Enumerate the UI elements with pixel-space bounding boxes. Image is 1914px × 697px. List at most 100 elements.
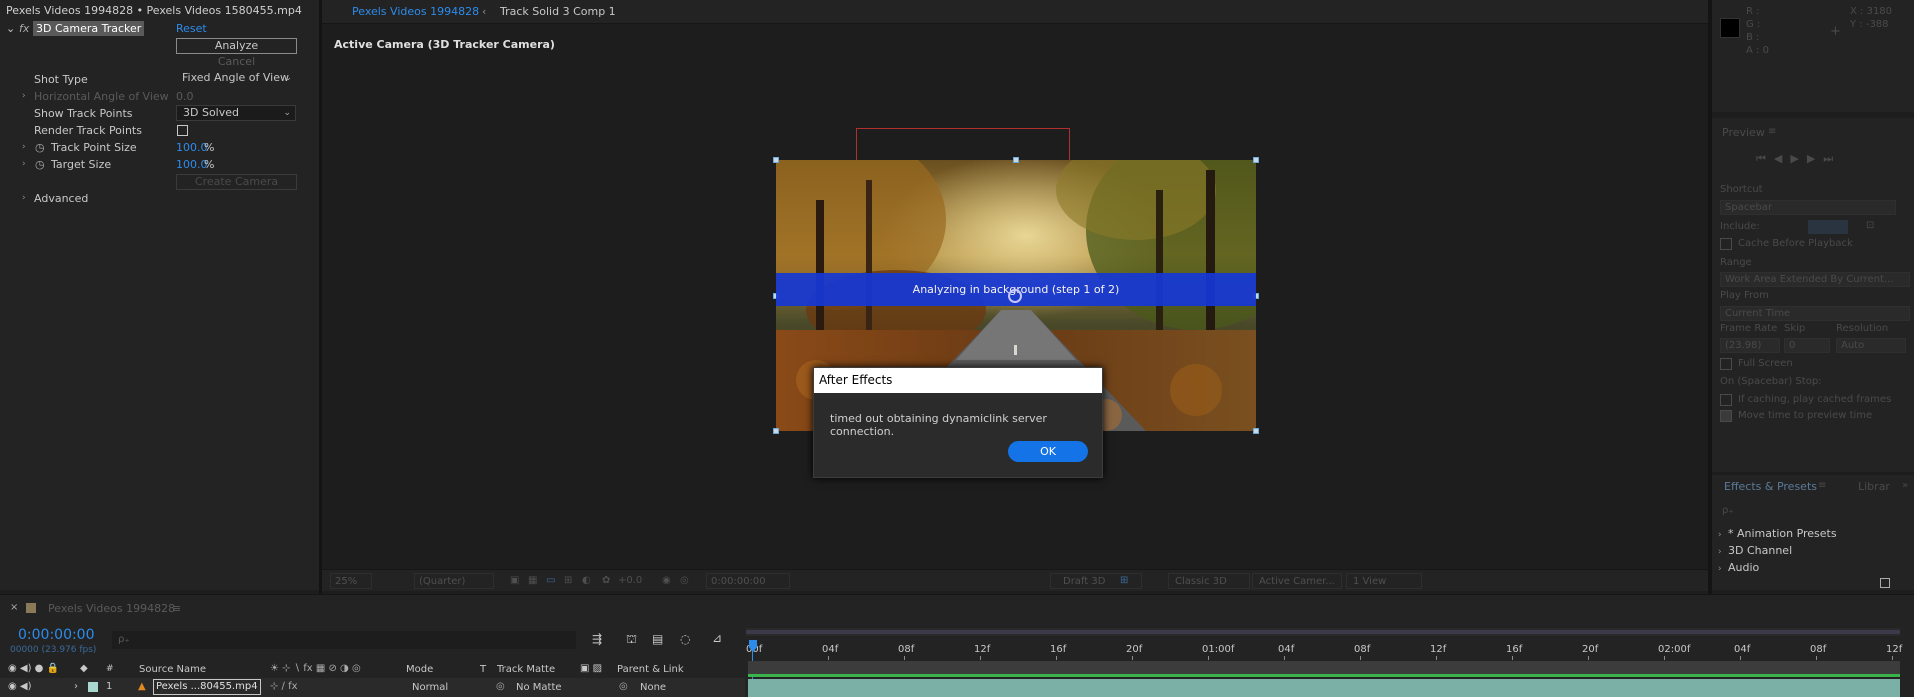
current-time-display[interactable]: 0:00:00:00 xyxy=(706,573,790,589)
panel-menu-icon[interactable]: ≡ xyxy=(1818,480,1826,491)
show-track-points-select[interactable]: 3D Solved ⌄ xyxy=(176,105,296,121)
panel-menu-icon[interactable]: ≡ xyxy=(1768,126,1776,137)
transform-handle[interactable] xyxy=(773,428,779,434)
tab-chevron-icon[interactable]: ‹ xyxy=(482,5,486,18)
on-stop-label: On (Spacebar) Stop: xyxy=(1720,376,1822,387)
composition-flowchart-icon[interactable]: ⇶ xyxy=(592,632,602,646)
renderer-select[interactable]: Classic 3D xyxy=(1168,573,1250,589)
tab-libraries[interactable]: Librar xyxy=(1858,480,1890,493)
graph-editor-icon[interactable]: ⊿ xyxy=(712,631,722,645)
motion-blur-icon[interactable]: ◌ xyxy=(680,632,690,646)
tab-effects-presets[interactable]: Effects & Presets xyxy=(1724,480,1817,493)
fx-icon[interactable]: fx xyxy=(19,20,29,37)
stopwatch-icon[interactable]: ◷ xyxy=(35,156,45,173)
list-item[interactable]: › * Animation Presets xyxy=(1718,527,1837,540)
layer-name[interactable]: Pexels ...80455.mp4 xyxy=(153,679,261,695)
panel-menu-icon[interactable]: ≡ xyxy=(172,602,181,615)
snapshot-icon[interactable]: ◉ xyxy=(662,573,671,589)
transform-handle[interactable] xyxy=(1253,428,1259,434)
ruler-tick xyxy=(1284,656,1285,660)
layer-parent-select[interactable]: None xyxy=(634,680,724,696)
list-item[interactable]: › 3D Channel xyxy=(1718,544,1792,557)
exposure-value[interactable]: +0.0 xyxy=(618,573,642,589)
cancel-button[interactable]: Cancel xyxy=(176,55,297,68)
shortcut-select[interactable]: Spacebar xyxy=(1720,200,1896,215)
timeline-timecode[interactable]: 0:00:00:00 xyxy=(18,627,95,643)
mask-visibility-icon[interactable]: ▭ xyxy=(546,573,555,589)
layer-switch-icons[interactable]: ⊹ ∕ fx xyxy=(270,681,298,692)
transform-handle[interactable] xyxy=(1013,157,1019,163)
pickwhip-icon[interactable]: ◎ xyxy=(496,681,505,692)
analyze-button[interactable]: Analyze xyxy=(176,38,297,54)
tab-comp-track-solid[interactable]: Track Solid 3 Comp 1 xyxy=(500,5,616,18)
range-select[interactable]: Work Area Extended By Current... xyxy=(1720,272,1910,287)
skip-select[interactable]: 0 xyxy=(1784,338,1830,353)
channel-icon[interactable]: ◐ xyxy=(582,573,591,589)
guides-icon[interactable]: ⊞ xyxy=(564,573,572,589)
playback-controls-icon[interactable]: ⏮◀▶▶⏭ xyxy=(1756,152,1841,166)
expand-chevron-icon[interactable]: › xyxy=(22,156,32,173)
target-size-value[interactable]: 100.0 xyxy=(176,156,208,173)
include-toggles[interactable] xyxy=(1808,220,1848,234)
color-management-icon[interactable]: ✿ xyxy=(602,573,610,589)
layer-matte-select[interactable]: No Matte xyxy=(510,680,576,696)
dropdown-arrow-icon: ⌄ xyxy=(283,108,291,118)
full-screen-checkbox[interactable] xyxy=(1720,358,1732,370)
layer-duration-bar[interactable] xyxy=(748,679,1900,697)
anchor-point-icon[interactable] xyxy=(1008,289,1022,303)
if-caching-checkbox[interactable] xyxy=(1720,394,1732,406)
3d-ground-plane-icon[interactable]: ⊞ xyxy=(1120,573,1128,589)
resolution-select[interactable]: (Quarter) xyxy=(414,573,494,589)
transform-handle[interactable] xyxy=(773,157,779,163)
timeline-comp-tab[interactable]: Pexels Videos 1994828 xyxy=(48,602,175,615)
expand-chevron-icon[interactable]: › xyxy=(22,88,32,105)
parent-link-header[interactable]: Parent & Link xyxy=(617,664,684,675)
camera-view-select[interactable]: Active Camer... xyxy=(1252,573,1342,589)
tab-comp-active[interactable]: Pexels Videos 1994828 xyxy=(352,5,479,18)
search-icon[interactable]: ρ₊ xyxy=(1722,505,1734,516)
frame-rate-select[interactable]: (23.98) xyxy=(1720,338,1780,353)
expand-chevron-icon[interactable]: › xyxy=(74,681,78,692)
horizontal-angle-value[interactable]: 0.0 xyxy=(176,88,194,105)
reset-link[interactable]: Reset xyxy=(176,20,207,37)
collapse-chevron-icon[interactable]: ⌄ xyxy=(6,20,15,37)
effect-header-row[interactable]: ⌄ fx 3D Camera Tracker Reset xyxy=(0,20,300,37)
source-name-header[interactable]: Source Name xyxy=(139,664,206,675)
transparency-grid-icon[interactable]: ▦ xyxy=(528,573,537,589)
resolution-select[interactable]: Auto xyxy=(1836,338,1906,353)
stopwatch-icon[interactable]: ◷ xyxy=(35,139,45,156)
overlay-icon[interactable]: ⊡ xyxy=(1866,220,1874,231)
view-layout-select[interactable]: 1 View xyxy=(1346,573,1422,589)
draft-3d-icon[interactable]: ⛫ xyxy=(626,632,637,648)
shot-type-select[interactable]: Fixed Angle of View ⌄ xyxy=(176,71,296,87)
panel-overflow-icon[interactable]: » xyxy=(1902,480,1908,491)
effect-name[interactable]: 3D Camera Tracker xyxy=(33,21,145,36)
transform-handle[interactable] xyxy=(1253,157,1259,163)
play-from-select[interactable]: Current Time xyxy=(1720,306,1910,321)
region-of-interest-icon[interactable]: ▣ xyxy=(510,573,519,589)
track-matte-header[interactable]: Track Matte xyxy=(497,664,555,675)
zoom-select[interactable]: 25% xyxy=(330,573,372,589)
new-folder-icon[interactable] xyxy=(1880,578,1890,588)
expand-chevron-icon[interactable]: › xyxy=(22,190,32,207)
visibility-icon[interactable]: ◉ ◀) xyxy=(8,681,32,692)
work-area-range[interactable] xyxy=(746,630,1900,634)
cache-checkbox[interactable] xyxy=(1720,238,1732,250)
show-snapshot-icon[interactable]: ◎ xyxy=(680,573,689,589)
label-color-swatch[interactable] xyxy=(88,682,98,692)
expand-chevron-icon[interactable]: › xyxy=(22,139,32,156)
close-icon[interactable]: × xyxy=(10,602,18,613)
track-point-size-value[interactable]: 100.0 xyxy=(176,139,208,156)
advanced-row[interactable]: › Advanced xyxy=(0,190,300,207)
timeline-search-input[interactable]: ρ₊ xyxy=(112,631,576,649)
frame-blending-icon[interactable]: ▤ xyxy=(652,632,663,646)
create-camera-button[interactable]: Create Camera xyxy=(176,174,297,190)
move-time-checkbox[interactable] xyxy=(1720,410,1732,422)
list-item[interactable]: › Audio xyxy=(1718,561,1759,574)
ok-button[interactable]: OK xyxy=(1008,441,1088,462)
parent-pickwhip-icon[interactable]: ◎ xyxy=(619,681,628,692)
layer-mode-select[interactable]: Normal xyxy=(406,680,470,696)
mode-header[interactable]: Mode xyxy=(406,664,433,675)
render-track-points-checkbox[interactable] xyxy=(177,125,188,136)
panel-divider[interactable] xyxy=(319,0,322,594)
